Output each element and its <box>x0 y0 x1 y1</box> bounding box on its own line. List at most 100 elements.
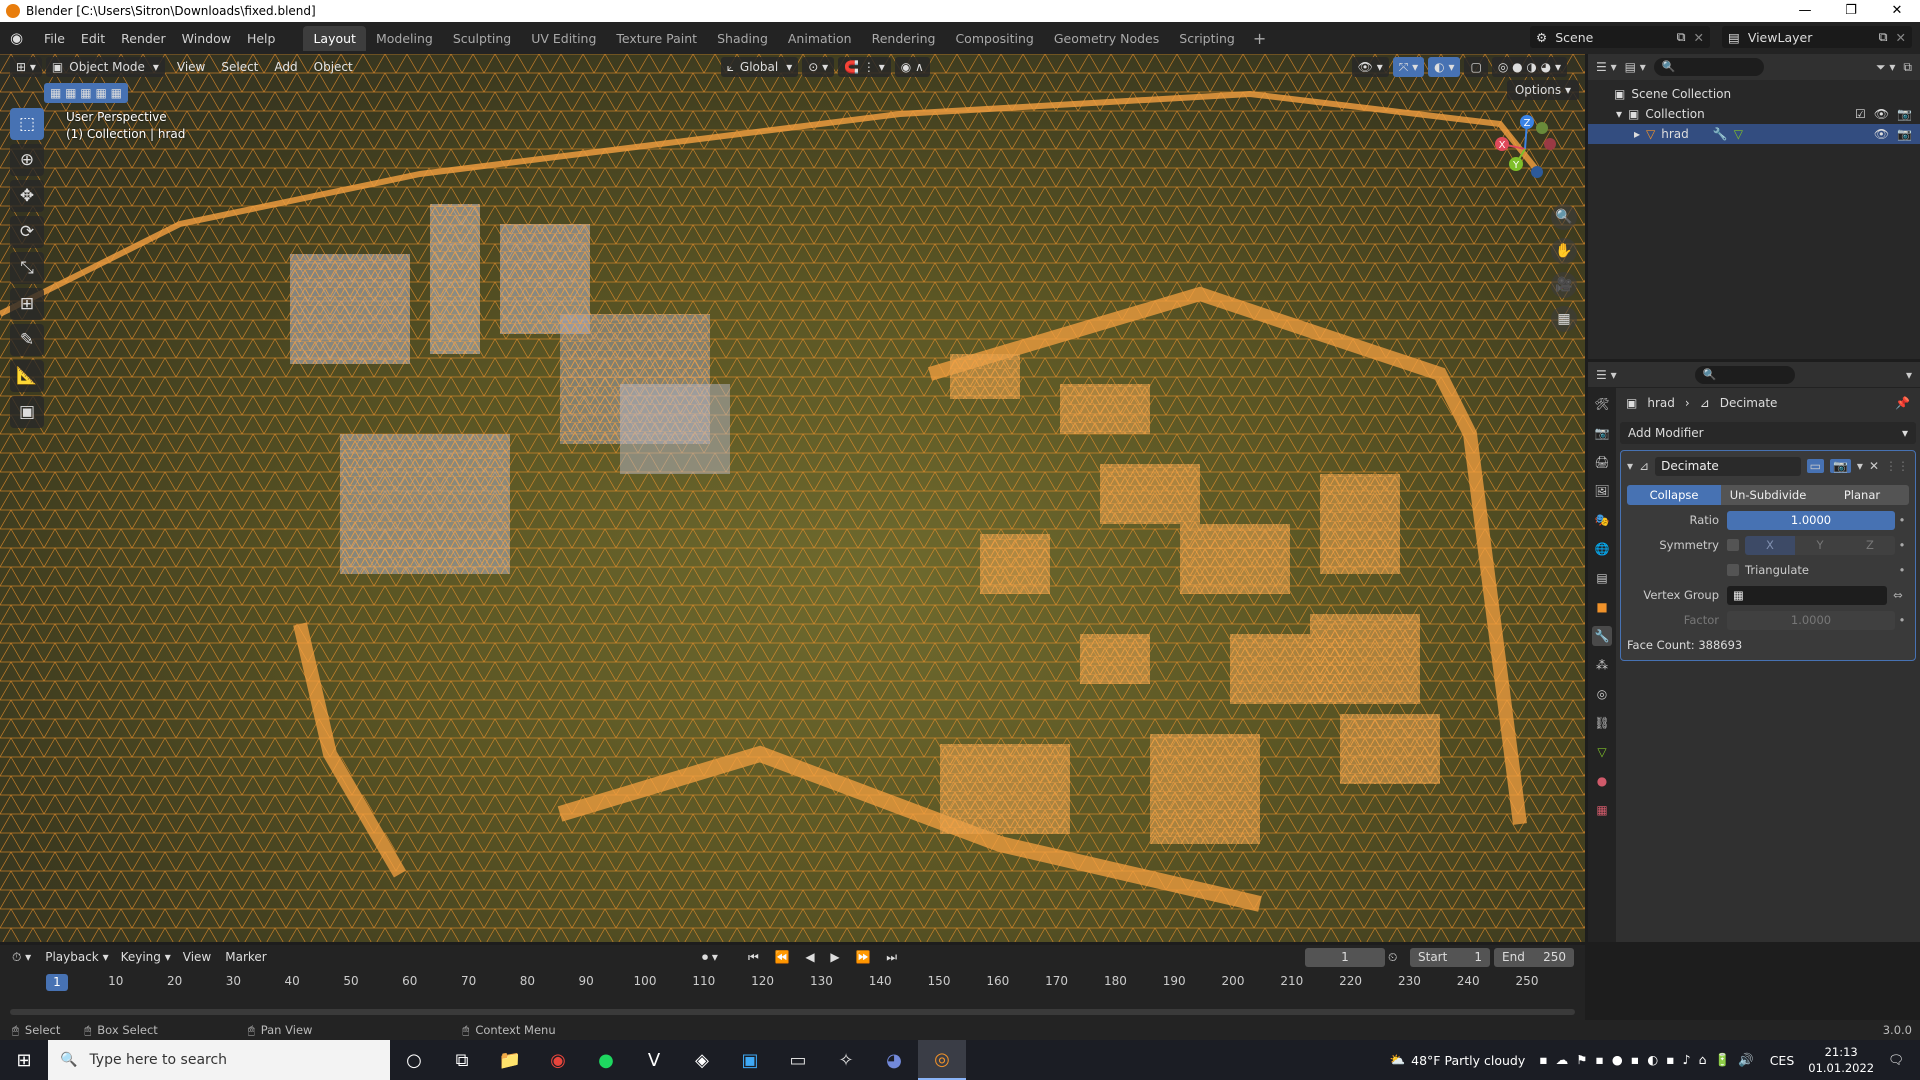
show-in-viewport-icon[interactable]: ▭ <box>1806 459 1824 473</box>
marker-menu[interactable]: Marker <box>225 950 266 964</box>
editor-type-icon[interactable]: ☰ ▾ <box>1596 368 1617 382</box>
playback-menu[interactable]: Playback ▾ <box>45 950 108 964</box>
timeline-ruler[interactable]: 10 20 30 40 50 60 70 80 90 100 110 120 130 140 150 160 1… <box>0 972 1585 992</box>
properties-search-input[interactable]: 🔍 <box>1694 365 1795 384</box>
invert-arrows-icon[interactable]: ⇔ <box>1887 588 1909 602</box>
delete-view-layer-icon[interactable]: ✕ <box>1896 30 1906 45</box>
app-window-icon[interactable]: ▭ <box>774 1040 822 1080</box>
close-window-button[interactable]: ✕ <box>1874 0 1920 22</box>
viewport-menu-object[interactable]: Object <box>306 60 361 74</box>
tab-modeling[interactable]: Modeling <box>366 26 443 51</box>
material-tab-icon[interactable]: ● <box>1592 771 1612 791</box>
spotify-icon[interactable]: ● <box>582 1040 630 1080</box>
mode-selector[interactable]: ▣ Object Mode ▾ <box>45 57 165 77</box>
unity-icon[interactable]: ◈ <box>678 1040 726 1080</box>
app-v-icon[interactable]: V <box>630 1040 678 1080</box>
navigation-gizmo[interactable]: Z X Y <box>1490 114 1560 184</box>
keyframe-dot-icon[interactable]: • <box>1895 613 1909 627</box>
overlays-toggle[interactable]: ◐ ▾ <box>1428 57 1461 77</box>
drag-handle-icon[interactable]: ⋮⋮ <box>1885 459 1909 473</box>
transform-tool-icon[interactable]: ⊞ <box>10 288 44 320</box>
exclude-checkbox-icon[interactable]: ☑ <box>1855 107 1866 121</box>
editor-type-button[interactable]: ⊞ ▾ <box>10 57 42 77</box>
new-collection-icon[interactable]: ⧉ <box>1903 60 1912 75</box>
weather-icon[interactable]: ⛅ <box>1390 1052 1406 1068</box>
clock[interactable]: 21:13 01.01.2022 <box>1808 1044 1874 1076</box>
shading-modes[interactable]: ◎ ● ◑ ◕ ▾ <box>1491 57 1567 77</box>
blender-menu-icon[interactable]: ◉ <box>10 30 26 46</box>
keyframe-dot-icon[interactable]: • <box>1895 513 1909 527</box>
render-camera-icon[interactable]: 📷 <box>1897 107 1912 121</box>
tab-texture-paint[interactable]: Texture Paint <box>606 26 707 51</box>
grid-perspective-icon[interactable]: ▦ <box>1551 306 1577 332</box>
display-mode-icon[interactable]: ▤ ▾ <box>1625 60 1646 74</box>
modifier-name-field[interactable]: Decimate <box>1655 456 1801 476</box>
measure-tool-icon[interactable]: 📐 <box>10 360 44 392</box>
expand-arrow-icon[interactable]: ▾ <box>1616 107 1622 121</box>
scene-selector[interactable]: ⚙ Scene ⧉ ✕ <box>1530 26 1710 48</box>
menu-file[interactable]: File <box>36 31 73 46</box>
particles-tab-icon[interactable]: ⁂ <box>1592 655 1612 675</box>
cursor-tool-icon[interactable]: ⊕ <box>10 144 44 176</box>
menu-window[interactable]: Window <box>174 31 239 46</box>
new-scene-icon[interactable]: ⧉ <box>1677 29 1686 45</box>
gizmo-toggle[interactable]: ⤧ ▾ <box>1392 57 1425 77</box>
tray-icons[interactable]: ▪☁⚑▪●▪◐▪♪⌂🔋🔊 <box>1539 1052 1761 1068</box>
camera-icon[interactable]: 🎥 <box>1551 272 1577 298</box>
delete-scene-icon[interactable]: ✕ <box>1694 30 1704 45</box>
view-layer-tab-icon[interactable]: 🖼 <box>1592 481 1612 501</box>
modifier-menu-icon[interactable]: ▾ <box>1857 459 1863 473</box>
tab-scripting[interactable]: Scripting <box>1169 26 1245 51</box>
3d-viewport[interactable]: ⊞ ▾ ▣ Object Mode ▾ View Select Add Obje… <box>0 54 1585 942</box>
collapse-arrow-icon[interactable]: ▾ <box>1627 459 1633 473</box>
weather-text[interactable]: 48°F Partly cloudy <box>1411 1053 1525 1068</box>
constraints-tab-icon[interactable]: ⛓ <box>1592 713 1612 733</box>
tab-geometry-nodes[interactable]: Geometry Nodes <box>1044 26 1169 51</box>
factor-field[interactable]: 1.0000 <box>1727 610 1895 630</box>
rotate-tool-icon[interactable]: ⟳ <box>10 216 44 248</box>
current-frame-indicator[interactable]: 1 <box>46 974 68 991</box>
tab-shading[interactable]: Shading <box>707 26 778 51</box>
end-frame-field[interactable]: End 250 <box>1494 948 1574 967</box>
keyframe-dot-icon[interactable]: • <box>1895 538 1909 552</box>
clock-icon[interactable]: ⏲ <box>1388 950 1397 965</box>
object-tab-icon[interactable]: ■ <box>1592 597 1612 617</box>
keyframe-dot-icon[interactable]: • <box>1895 563 1909 577</box>
select-box-mode-icon[interactable]: ▦ ▦ ▦ ▦ ▦ <box>44 83 128 103</box>
transform-orientation-selector[interactable]: ⟀ Global ▾ <box>720 57 799 77</box>
outliner-row-collection[interactable]: ▾ ▣ Collection ☑ 👁 📷 <box>1588 104 1920 124</box>
cortana-icon[interactable]: ○ <box>390 1040 438 1080</box>
timeline-scrollbar[interactable] <box>10 1009 1575 1015</box>
pivot-point-button[interactable]: ⊙ ▾ <box>802 57 835 77</box>
world-tab-icon[interactable]: 🌐 <box>1592 539 1612 559</box>
move-tool-icon[interactable]: ✥ <box>10 180 44 212</box>
editor-type-icon[interactable]: ☰ ▾ <box>1596 60 1617 74</box>
planar-option[interactable]: Planar <box>1815 485 1909 505</box>
zoom-icon[interactable]: 🔍 <box>1551 204 1577 230</box>
editor-type-icon[interactable]: ⏱ ▾ <box>12 950 31 965</box>
viewport-menu-select[interactable]: Select <box>213 60 266 74</box>
output-tab-icon[interactable]: 🖨 <box>1592 452 1612 472</box>
proportional-editing-button[interactable]: ◉ ∧ <box>894 57 930 77</box>
taskbar-search-input[interactable]: 🔍 Type here to search <box>48 1040 390 1080</box>
notifications-icon[interactable]: 🗨 <box>1888 1052 1904 1068</box>
data-tab-icon[interactable]: ▽ <box>1592 742 1612 762</box>
tab-rendering[interactable]: Rendering <box>862 26 946 51</box>
timeline-view-menu[interactable]: View <box>183 950 211 964</box>
render-tab-icon[interactable]: 📷 <box>1592 423 1612 443</box>
tab-sculpting[interactable]: Sculpting <box>443 26 521 51</box>
outliner-search-input[interactable]: 🔍 <box>1653 58 1764 76</box>
playback-controls[interactable]: ⏮ ⏪ ◀ ▶ ⏩ ⏭ <box>748 950 903 965</box>
maximize-button[interactable]: ❐ <box>1828 0 1874 22</box>
symmetry-checkbox[interactable] <box>1727 539 1739 551</box>
record-icon[interactable]: ⏺ ▾ <box>702 950 718 965</box>
annotate-tool-icon[interactable]: ✎ <box>10 324 44 356</box>
add-modifier-button[interactable]: Add Modifier ▾ <box>1620 422 1916 444</box>
filter-icon[interactable]: ⏷ ▾ <box>1876 60 1895 75</box>
photos-icon[interactable]: ▣ <box>726 1040 774 1080</box>
pan-hand-icon[interactable]: ✋ <box>1551 238 1577 264</box>
view-layer-selector[interactable]: ▤ ViewLayer ⧉ ✕ <box>1722 26 1912 48</box>
chrome-icon[interactable]: ◉ <box>534 1040 582 1080</box>
tab-layout[interactable]: Layout <box>303 25 366 51</box>
tab-animation[interactable]: Animation <box>778 26 862 51</box>
